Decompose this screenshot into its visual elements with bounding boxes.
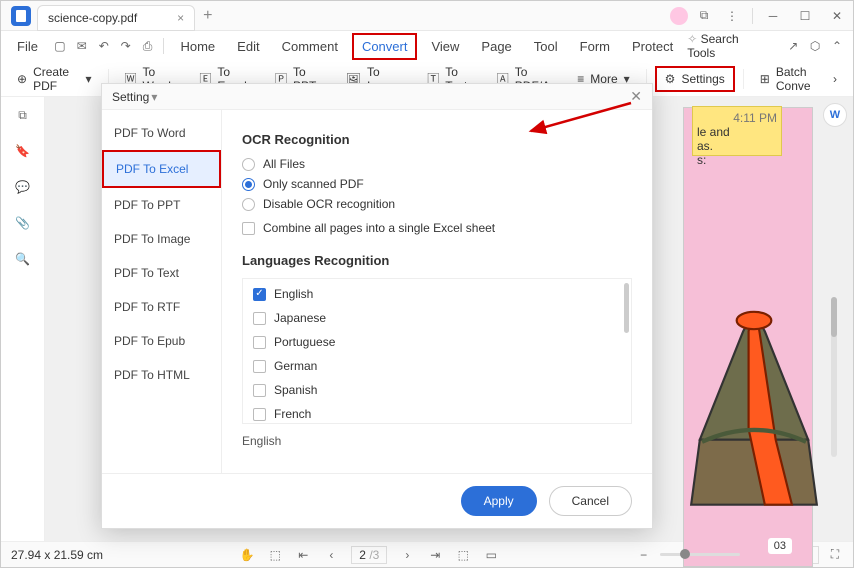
dialog-footer: Apply Cancel bbox=[102, 473, 652, 528]
attachments-icon[interactable]: 📎 bbox=[15, 215, 31, 231]
lang-french[interactable] bbox=[253, 408, 266, 421]
volcano-illustration bbox=[689, 288, 819, 548]
checkbox-combine-pages[interactable] bbox=[242, 222, 255, 235]
cloud-icon[interactable]: ⬡ bbox=[807, 38, 823, 54]
language-list[interactable]: English Japanese Portuguese German Spani… bbox=[242, 278, 632, 424]
hand-tool-icon[interactable]: ✋ bbox=[239, 547, 255, 563]
dialog-main: OCR Recognition All Files Only scanned P… bbox=[222, 110, 652, 473]
side-pdf-to-text[interactable]: PDF To Text bbox=[102, 256, 221, 290]
menubar: File ▢ ✉ ↶ ↷ ⎙ Home Edit Comment Convert… bbox=[1, 31, 853, 61]
sticky-note[interactable]: 4:11 PM le and as. s: bbox=[692, 106, 782, 156]
left-rail: ⧉ 🔖 💬 📎 🔍 bbox=[1, 97, 45, 541]
mail-icon[interactable]: ✉ bbox=[74, 38, 90, 54]
avatar-icon[interactable] bbox=[670, 7, 688, 25]
side-pdf-to-image[interactable]: PDF To Image bbox=[102, 222, 221, 256]
maximize-icon[interactable]: ☐ bbox=[793, 4, 817, 28]
dialog-title: Setting bbox=[112, 90, 149, 104]
prev-page-icon[interactable]: ‹ bbox=[323, 547, 339, 563]
redo-icon[interactable]: ↷ bbox=[118, 38, 134, 54]
fullscreen-icon[interactable]: ⛶ bbox=[827, 547, 843, 563]
side-pdf-to-ppt[interactable]: PDF To PPT bbox=[102, 188, 221, 222]
radio-all-files[interactable] bbox=[242, 158, 255, 171]
search-icon[interactable]: 🔍 bbox=[15, 251, 31, 267]
radio-only-scanned[interactable] bbox=[242, 178, 255, 191]
lang-german[interactable] bbox=[253, 360, 266, 373]
lang-spanish[interactable] bbox=[253, 384, 266, 397]
settings-dialog: Setting ▾ ✕ PDF To Word PDF To Excel PDF… bbox=[101, 83, 653, 529]
menu-edit[interactable]: Edit bbox=[229, 35, 267, 58]
fit-width-icon[interactable]: ⬚ bbox=[455, 547, 471, 563]
menu-file[interactable]: File bbox=[9, 35, 46, 58]
next-page-icon[interactable]: › bbox=[399, 547, 415, 563]
side-pdf-to-word[interactable]: PDF To Word bbox=[102, 116, 221, 150]
titlebar: science-copy.pdf × + ⧉ ⋮ ─ ☐ ✕ bbox=[1, 1, 853, 31]
lang-section-title: Languages Recognition bbox=[242, 253, 632, 268]
menu-view[interactable]: View bbox=[423, 35, 467, 58]
lang-japanese[interactable] bbox=[253, 312, 266, 325]
print-icon[interactable]: ⎙ bbox=[140, 38, 156, 54]
search-tools[interactable]: ✧ Search Tools bbox=[687, 32, 769, 60]
tab-title: science-copy.pdf bbox=[48, 11, 137, 25]
comments-icon[interactable]: 💬 bbox=[15, 179, 31, 195]
page-preview: 4:11 PM le and as. s: 03 bbox=[683, 107, 813, 567]
menu-form[interactable]: Form bbox=[572, 35, 618, 58]
menu-home[interactable]: Home bbox=[172, 35, 223, 58]
undo-icon[interactable]: ↶ bbox=[96, 38, 112, 54]
ocr-section-title: OCR Recognition bbox=[242, 132, 632, 147]
page-number: 03 bbox=[768, 538, 792, 554]
menu-tool[interactable]: Tool bbox=[526, 35, 566, 58]
page-input[interactable]: 2 /3 bbox=[351, 546, 387, 564]
save-icon[interactable]: ▢ bbox=[52, 38, 68, 54]
lang-scrollbar[interactable] bbox=[624, 283, 629, 333]
fit-page-icon[interactable]: ▭ bbox=[483, 547, 499, 563]
first-page-icon[interactable]: ⇤ bbox=[295, 547, 311, 563]
cancel-button[interactable]: Cancel bbox=[549, 486, 632, 516]
radio-disable-ocr[interactable] bbox=[242, 198, 255, 211]
menu-convert[interactable]: Convert bbox=[352, 33, 418, 60]
side-pdf-to-epub[interactable]: PDF To Epub bbox=[102, 324, 221, 358]
selected-language-label: English bbox=[242, 434, 632, 448]
last-page-icon[interactable]: ⇥ bbox=[427, 547, 443, 563]
settings-button[interactable]: ⚙ Settings bbox=[655, 66, 735, 92]
side-pdf-to-rtf[interactable]: PDF To RTF bbox=[102, 290, 221, 324]
overflow-icon[interactable]: ⋮ bbox=[720, 4, 744, 28]
batch-convert-button[interactable]: ⊞ Batch Conve › bbox=[752, 61, 845, 97]
vertical-scrollbar[interactable] bbox=[831, 297, 837, 457]
lang-english[interactable] bbox=[253, 288, 266, 301]
menu-protect[interactable]: Protect bbox=[624, 35, 681, 58]
app-icon bbox=[11, 6, 31, 26]
page-dimensions: 27.94 x 21.59 cm bbox=[11, 548, 103, 562]
document-tab[interactable]: science-copy.pdf × bbox=[37, 5, 195, 31]
bookmark-icon[interactable]: 🔖 bbox=[15, 143, 31, 159]
menu-comment[interactable]: Comment bbox=[274, 35, 346, 58]
menu-page[interactable]: Page bbox=[473, 35, 519, 58]
side-pdf-to-excel[interactable]: PDF To Excel bbox=[102, 150, 221, 188]
external-icon[interactable]: ↗ bbox=[785, 38, 801, 54]
select-tool-icon[interactable]: ⬚ bbox=[267, 547, 283, 563]
tab-close-icon[interactable]: × bbox=[177, 11, 184, 25]
create-pdf-button[interactable]: ⊕ Create PDF ▾ bbox=[9, 61, 100, 97]
apply-button[interactable]: Apply bbox=[461, 486, 537, 516]
word-badge-icon[interactable]: W bbox=[823, 103, 847, 127]
close-icon[interactable]: ✕ bbox=[825, 4, 849, 28]
zoom-slider[interactable] bbox=[660, 553, 740, 556]
chevron-up-icon[interactable]: ⌃ bbox=[829, 38, 845, 54]
zoom-out-icon[interactable]: − bbox=[636, 547, 652, 563]
new-tab-icon[interactable]: + bbox=[203, 7, 212, 25]
dialog-sidebar: PDF To Word PDF To Excel PDF To PPT PDF … bbox=[102, 110, 222, 473]
dialog-header: Setting ▾ ✕ bbox=[102, 84, 652, 110]
chevron-down-icon[interactable]: ▾ bbox=[151, 90, 157, 104]
side-pdf-to-html[interactable]: PDF To HTML bbox=[102, 358, 221, 392]
lang-portuguese[interactable] bbox=[253, 336, 266, 349]
minimize-icon[interactable]: ─ bbox=[761, 4, 785, 28]
share-icon[interactable]: ⧉ bbox=[696, 8, 712, 24]
dialog-close-icon[interactable]: ✕ bbox=[630, 88, 642, 105]
thumbnails-icon[interactable]: ⧉ bbox=[15, 107, 31, 123]
